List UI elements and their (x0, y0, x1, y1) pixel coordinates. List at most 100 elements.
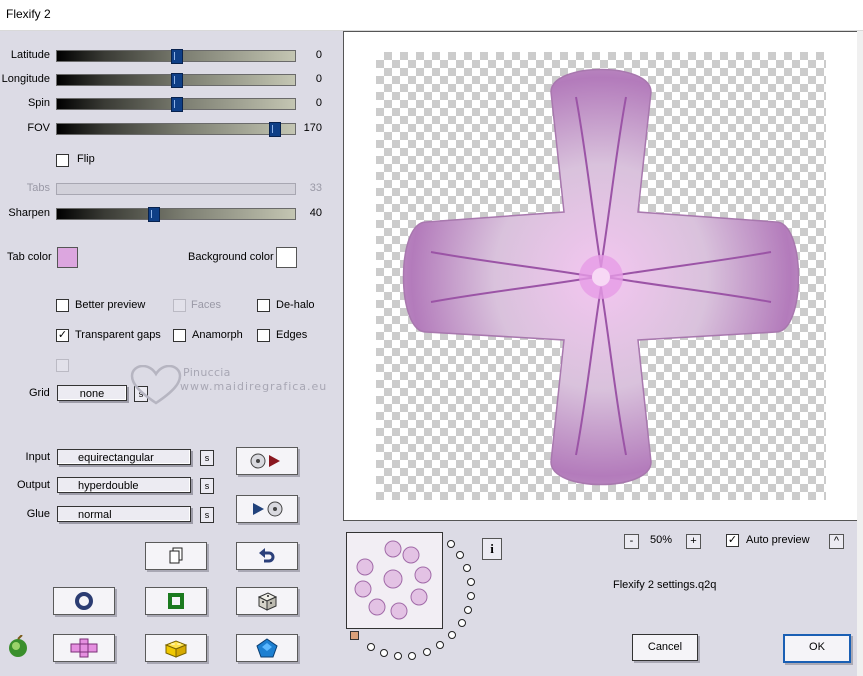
undo-button[interactable] (236, 542, 298, 570)
tab-dot[interactable] (448, 631, 456, 639)
settings-filename: Flexify 2 settings.q2q (613, 579, 717, 591)
tab-dot[interactable] (408, 652, 416, 660)
preview-thumbnail[interactable] (346, 532, 443, 629)
frame-shape-button[interactable] (145, 587, 207, 615)
randomize-button[interactable] (236, 587, 298, 615)
slider-value-longitude: 0 (315, 73, 322, 85)
input-select[interactable]: equirectangular (57, 449, 191, 465)
edges-checkbox[interactable] (257, 329, 270, 342)
zoom-level: 50% (650, 534, 673, 546)
watermark-name: Pinuccia (183, 366, 231, 379)
slider-track-latitude[interactable] (56, 49, 296, 64)
unlabeled-checkbox[interactable] (56, 359, 69, 372)
ring-shape-button[interactable] (53, 587, 115, 615)
title-bar: Flexify 2 (0, 0, 863, 31)
auto-preview-label: Auto preview (746, 534, 810, 546)
ring-icon (75, 592, 93, 610)
zoom-in-button[interactable]: + (686, 534, 701, 549)
glue-label: Glue (26, 508, 50, 520)
tab-dot[interactable] (467, 578, 475, 586)
faces-label: Faces (191, 299, 221, 311)
de-halo-label: De-halo (276, 299, 315, 311)
plugin-logo-icon (9, 635, 27, 657)
slider-value-sharpen: 40 (309, 207, 322, 219)
tab-dot[interactable] (394, 652, 402, 660)
slider-track-longitude[interactable] (56, 73, 296, 88)
yellow-brick-icon (164, 640, 188, 658)
tab-dot[interactable] (367, 643, 375, 651)
slider-value-latitude: 0 (315, 49, 322, 61)
auto-preview-checkbox[interactable]: ✓ (726, 534, 739, 547)
preview-panel[interactable] (343, 31, 859, 521)
better-preview-checkbox[interactable] (56, 299, 69, 312)
flip-checkbox[interactable] (56, 154, 69, 167)
zoom-out-button[interactable]: - (624, 534, 639, 549)
transparent-gaps-checkbox[interactable]: ✓ (56, 329, 69, 342)
thumbnail-image (347, 533, 442, 628)
slider-thumb-latitude[interactable] (171, 49, 183, 64)
tab-dot[interactable] (464, 606, 472, 614)
cancel-button[interactable]: Cancel (632, 634, 698, 661)
output-s-button[interactable]: s (200, 478, 214, 494)
tab-color-label: Tab color (7, 251, 52, 263)
slider-thumb-fov[interactable] (269, 122, 281, 137)
anamorph-checkbox[interactable] (173, 329, 186, 342)
copy-button[interactable] (145, 542, 207, 570)
flip-label: Flip (77, 153, 95, 165)
cross-shape-button[interactable] (53, 634, 115, 662)
faces-checkbox[interactable] (173, 299, 186, 312)
tab-dot[interactable] (436, 641, 444, 649)
window-title: Flexify 2 (6, 7, 51, 21)
tab-dot[interactable] (423, 648, 431, 656)
preview-image (402, 68, 800, 486)
heart-watermark-icon (130, 365, 182, 405)
tab-dot[interactable] (447, 540, 455, 548)
grid-label: Grid (29, 387, 50, 399)
tab-dot[interactable] (456, 551, 464, 559)
anamorph-label: Anamorph (192, 329, 243, 341)
slider-track-sharpen[interactable] (56, 207, 296, 222)
ok-button[interactable]: OK (783, 634, 851, 663)
slider-label-longitude: Longitude (1, 73, 50, 85)
slider-value-spin: 0 (315, 97, 322, 109)
collapse-button[interactable]: ^ (829, 534, 844, 549)
slider-thumb-sharpen[interactable] (148, 207, 160, 222)
copy-pages-icon (169, 547, 183, 564)
slider-track-fov[interactable] (56, 122, 296, 137)
slider-track-spin[interactable] (56, 97, 296, 112)
tab-color-swatch[interactable] (57, 247, 78, 268)
square-frame-icon (168, 593, 184, 609)
glue-s-button[interactable]: s (200, 507, 214, 523)
slider-label-spin: Spin (27, 97, 50, 109)
flexify-dialog: Latitude 0 Longitude 0 Spin 0 FOV 170 Tabs 33 Shar… (0, 31, 863, 676)
input-s-button[interactable]: s (200, 450, 214, 466)
better-preview-label: Better preview (75, 299, 146, 311)
arc-start-handle[interactable] (350, 631, 359, 640)
slider-value-tabs: 33 (309, 182, 322, 194)
output-select[interactable]: hyperdouble (57, 477, 191, 493)
de-halo-checkbox[interactable] (257, 299, 270, 312)
export-output-button[interactable] (236, 495, 298, 523)
block-shape-button[interactable] (145, 634, 207, 662)
background-color-swatch[interactable] (276, 247, 297, 268)
grid-select[interactable]: none (57, 385, 127, 401)
slider-label-fov: FOV (27, 122, 50, 134)
pentagon-shape-button[interactable] (236, 634, 298, 662)
input-label: Input (25, 451, 50, 463)
tab-dot[interactable] (467, 592, 475, 600)
blue-pentagon-icon (256, 638, 278, 658)
info-button[interactable]: i (482, 538, 502, 560)
right-edge-strip (857, 31, 863, 676)
output-label: Output (16, 479, 50, 491)
slider-thumb-longitude[interactable] (171, 73, 183, 88)
slider-track-tabs[interactable] (56, 183, 296, 195)
tab-dot[interactable] (458, 619, 466, 627)
tab-dot[interactable] (463, 564, 471, 572)
import-input-button[interactable] (236, 447, 298, 475)
preview-canvas (376, 52, 826, 500)
watermark-url: www.maidiregrafica.eu (180, 380, 328, 393)
slider-label-latitude: Latitude (10, 49, 50, 61)
slider-thumb-spin[interactable] (171, 97, 183, 112)
tab-dot[interactable] (380, 649, 388, 657)
glue-select[interactable]: normal (57, 506, 191, 522)
